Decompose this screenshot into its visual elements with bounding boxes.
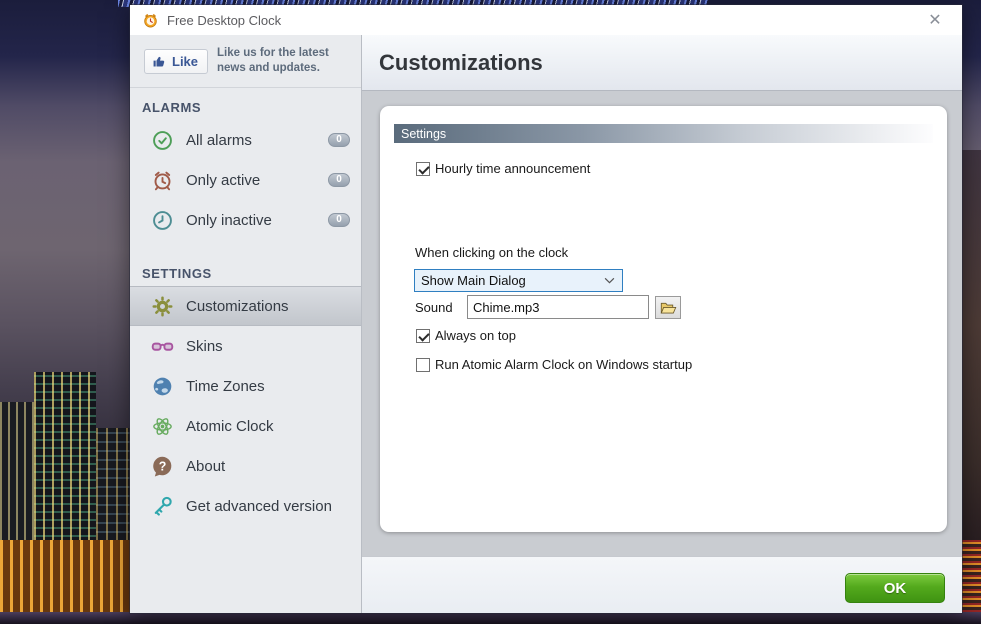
- sidebar-item-get-advanced-version[interactable]: Get advanced version: [130, 486, 361, 526]
- sound-label: Sound: [415, 300, 453, 315]
- sidebar-item-label: All alarms: [186, 132, 252, 149]
- sidebar-item-label: Atomic Clock: [186, 418, 274, 435]
- footer-bar: OK: [362, 556, 962, 613]
- checkbox-label: Run Atomic Alarm Clock on Windows startu…: [435, 357, 692, 372]
- sidebar: Like Like us for the latest news and upd…: [130, 35, 362, 613]
- like-caption: Like us for the latest news and updates.: [217, 46, 353, 76]
- window-title: Free Desktop Clock: [167, 13, 281, 28]
- checkbox-box[interactable]: [416, 162, 430, 176]
- click-action-dropdown[interactable]: Show Main Dialog: [414, 269, 623, 292]
- atom-icon: [151, 415, 174, 438]
- ok-button[interactable]: OK: [845, 573, 945, 603]
- content-area: Settings Hourly time announcement Sound …: [362, 91, 962, 556]
- sidebar-item-label: Time Zones: [186, 378, 265, 395]
- checkbox-box[interactable]: [416, 329, 430, 343]
- checkbox-label: Hourly time announcement: [435, 161, 590, 176]
- facebook-like-button[interactable]: Like: [144, 49, 208, 74]
- checkbox-box[interactable]: [416, 358, 430, 372]
- checkbox-label: Always on top: [435, 328, 516, 343]
- sidebar-item-label: Only inactive: [186, 212, 272, 229]
- count-badge: 0: [328, 173, 350, 187]
- clock-icon: [151, 209, 174, 232]
- hourly-announcement-checkbox[interactable]: Hourly time announcement: [416, 161, 590, 176]
- sidebar-item-label: Skins: [186, 338, 223, 355]
- count-badge: 0: [328, 213, 350, 227]
- water-strip: [0, 612, 981, 624]
- dropdown-selected-value: Show Main Dialog: [421, 273, 526, 288]
- close-icon[interactable]: ✕: [920, 5, 950, 35]
- section-header-settings: SETTINGS: [130, 266, 361, 281]
- gear-icon: [151, 295, 174, 318]
- window-body: Like Like us for the latest news and upd…: [130, 35, 962, 613]
- facebook-like-section: Like Like us for the latest news and upd…: [130, 35, 361, 88]
- settings-panel: Settings Hourly time announcement Sound …: [380, 106, 947, 532]
- open-folder-icon: [660, 301, 677, 315]
- desktop-wallpaper-edge: [962, 150, 981, 540]
- section-header-alarms: ALARMS: [130, 100, 361, 115]
- main-area: Customizations Settings Hourly time anno…: [362, 35, 962, 613]
- run-on-startup-checkbox[interactable]: Run Atomic Alarm Clock on Windows startu…: [416, 357, 692, 372]
- sidebar-item-customizations[interactable]: Customizations: [130, 286, 361, 326]
- sidebar-item-only-active[interactable]: Only active 0: [130, 160, 361, 200]
- svg-text:?: ?: [159, 459, 167, 473]
- page-title: Customizations: [379, 50, 543, 76]
- city-lights: [0, 540, 131, 612]
- city-lights: [962, 540, 981, 614]
- browse-sound-button[interactable]: [655, 296, 681, 319]
- title-bar: Free Desktop Clock ✕: [130, 5, 962, 35]
- thumb-up-icon: [152, 54, 167, 69]
- settings-panel-header: Settings: [394, 124, 933, 143]
- app-alarm-clock-icon: [142, 12, 159, 29]
- sidebar-item-atomic-clock[interactable]: Atomic Clock: [130, 406, 361, 446]
- glasses-icon: [151, 335, 174, 358]
- page-header: Customizations: [362, 35, 962, 91]
- sidebar-item-only-inactive[interactable]: Only inactive 0: [130, 200, 361, 240]
- sidebar-item-label: Customizations: [186, 298, 289, 315]
- sidebar-item-skins[interactable]: Skins: [130, 326, 361, 366]
- alarm-clock-icon: [151, 169, 174, 192]
- always-on-top-checkbox[interactable]: Always on top: [416, 328, 516, 343]
- sidebar-item-about[interactable]: ? About: [130, 446, 361, 486]
- clock-check-icon: [151, 129, 174, 152]
- globe-icon: [151, 375, 174, 398]
- question-bubble-icon: ?: [151, 455, 174, 478]
- sidebar-item-label: Only active: [186, 172, 260, 189]
- sidebar-item-label: About: [186, 458, 225, 475]
- sidebar-item-label: Get advanced version: [186, 498, 332, 515]
- count-badge: 0: [328, 133, 350, 147]
- sound-file-input[interactable]: [467, 295, 649, 319]
- sidebar-item-all-alarms[interactable]: All alarms 0: [130, 120, 361, 160]
- key-icon: [151, 495, 174, 518]
- click-action-label: When clicking on the clock: [415, 245, 568, 260]
- chevron-down-icon: [604, 277, 615, 284]
- like-button-label: Like: [172, 54, 198, 69]
- app-window: Free Desktop Clock ✕ Like Like us for th…: [130, 5, 962, 613]
- sidebar-item-time-zones[interactable]: Time Zones: [130, 366, 361, 406]
